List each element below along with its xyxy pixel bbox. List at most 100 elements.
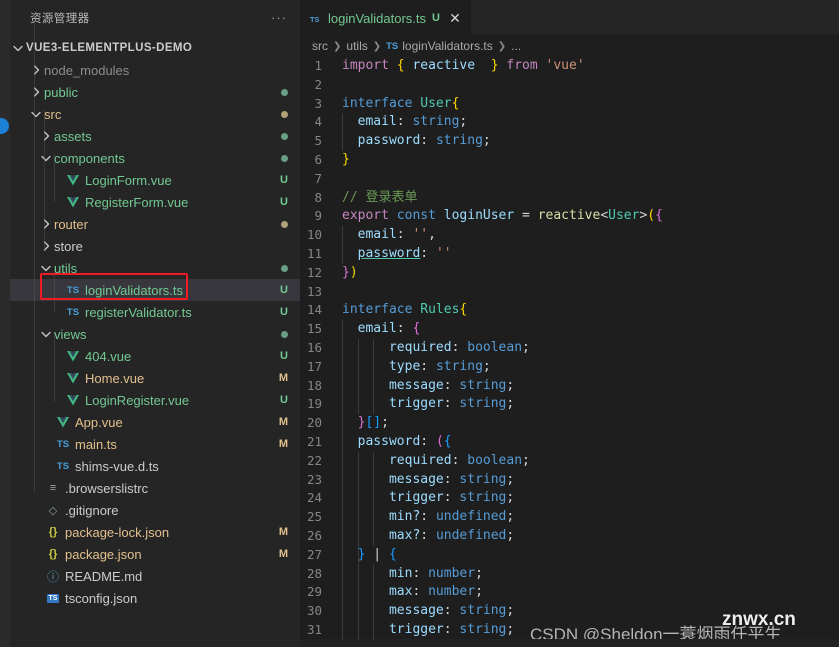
tree-item-label: .gitignore bbox=[65, 502, 119, 518]
line-number: 23 bbox=[306, 471, 322, 487]
breadcrumb-separator-icon: ❯ bbox=[333, 40, 342, 52]
tree-item-router[interactable]: router bbox=[10, 213, 300, 235]
code-token: min bbox=[388, 565, 413, 581]
code-token: import bbox=[342, 58, 389, 73]
tree-item-README-md[interactable]: ⓘ README.md bbox=[10, 565, 300, 587]
tree-item--browserslistrc[interactable]: ≡ .browserslistrc bbox=[10, 477, 300, 499]
code-token: email bbox=[357, 227, 397, 243]
svg-text:TS: TS bbox=[310, 14, 319, 23]
line-text: email: string; bbox=[342, 113, 468, 132]
tab-git-badge: U bbox=[432, 12, 440, 24]
code-token: 'vue' bbox=[545, 58, 585, 73]
tree-item-src[interactable]: src bbox=[10, 103, 300, 125]
code-token: { bbox=[451, 95, 460, 111]
tree-item--gitignore[interactable]: ◇ .gitignore bbox=[10, 499, 300, 521]
tab-loginValidators-ts[interactable]: TS loginValidators.ts U ✕ bbox=[300, 0, 471, 35]
line-number: 13 bbox=[306, 283, 322, 299]
config-icon: ≡ bbox=[49, 482, 57, 494]
bottom-edge-bar bbox=[300, 639, 839, 647]
code-token: interface bbox=[342, 95, 413, 111]
line-text: password: string; bbox=[342, 132, 491, 151]
tree-item-tsconfig-json[interactable]: TS tsconfig.json bbox=[10, 587, 300, 609]
tree-item-assets[interactable]: assets bbox=[10, 125, 300, 147]
git-status-dot-icon bbox=[281, 220, 288, 228]
tree-item-shims-vue-d-ts[interactable]: TS shims-vue.d.ts bbox=[10, 455, 300, 477]
line-number: 4 bbox=[314, 114, 322, 130]
code-token: ; bbox=[506, 509, 515, 525]
code-token: { bbox=[443, 433, 452, 449]
tree-item-main-ts[interactable]: TS main.ts M bbox=[10, 433, 300, 455]
more-actions-icon[interactable]: ··· bbox=[268, 7, 290, 29]
code-token: ; bbox=[482, 133, 491, 149]
line-number: 14 bbox=[306, 302, 322, 318]
line-number: 9 bbox=[314, 208, 322, 224]
code-token: number bbox=[428, 565, 476, 581]
tree-item-label: RegisterForm.vue bbox=[85, 194, 189, 210]
code-indent-guide bbox=[342, 320, 343, 640]
chevron-right-icon[interactable] bbox=[38, 239, 54, 253]
tree-item-label: shims-vue.d.ts bbox=[75, 458, 159, 474]
chevron-right-icon[interactable] bbox=[38, 217, 54, 231]
file-icon-wrap: ⓘ bbox=[44, 568, 62, 585]
chevron-right-icon[interactable] bbox=[38, 129, 54, 143]
notification-dot-icon[interactable] bbox=[0, 118, 9, 134]
tree-item-label: Home.vue bbox=[85, 370, 145, 386]
chevron-down-icon[interactable] bbox=[28, 107, 44, 121]
tree-item-package-lock-json[interactable]: {} package-lock.json M bbox=[10, 521, 300, 543]
line-text: required: boolean; bbox=[342, 452, 530, 471]
code-line: 21 password: ({ bbox=[300, 433, 839, 452]
code-indent-guide bbox=[357, 451, 359, 640]
tree-item-store[interactable]: store bbox=[10, 235, 300, 257]
breadcrumb-item[interactable]: utils bbox=[346, 39, 367, 53]
tree-item-label: store bbox=[54, 238, 83, 254]
code-line: 15 email: { bbox=[300, 320, 839, 339]
code-line: 14 interface Rules{ bbox=[300, 301, 839, 320]
chevron-right-icon[interactable] bbox=[28, 85, 44, 99]
code-token: User bbox=[420, 95, 452, 111]
tree-item-package-json[interactable]: {} package.json M bbox=[10, 543, 300, 565]
tree-item-public[interactable]: public bbox=[10, 81, 300, 103]
code-token: : bbox=[443, 396, 460, 412]
tree-item-node-modules[interactable]: node_modules bbox=[10, 59, 300, 81]
chevron-down-icon[interactable] bbox=[10, 41, 26, 55]
chevron-down-icon[interactable] bbox=[38, 327, 54, 341]
file-icon-wrap: TS bbox=[64, 307, 82, 318]
code-token: : bbox=[443, 377, 460, 393]
close-icon[interactable]: ✕ bbox=[445, 8, 465, 28]
tree-item-App-vue[interactable]: App.vue M bbox=[10, 411, 300, 433]
line-number: 12 bbox=[306, 264, 322, 280]
code-token: : bbox=[396, 114, 413, 130]
code-viewport[interactable]: 1 import { reactive } from 'vue' 2 3 interfa… bbox=[300, 57, 839, 647]
chevron-down-icon[interactable] bbox=[38, 151, 54, 165]
code-line: 30 message: string; bbox=[300, 602, 839, 621]
tab-label: loginValidators.ts bbox=[328, 10, 427, 26]
editor-tab-bar: TS loginValidators.ts U ✕ bbox=[300, 0, 839, 35]
line-text: import { reactive } from 'vue' bbox=[342, 57, 585, 76]
code-line: 28 min: number; bbox=[300, 565, 839, 584]
git-status-dot-icon bbox=[281, 110, 288, 118]
breadcrumb-item[interactable]: src bbox=[312, 39, 328, 53]
chevron-down-icon[interactable] bbox=[38, 261, 54, 275]
line-text: } | { bbox=[342, 546, 397, 565]
code-token: password bbox=[357, 433, 421, 449]
breadcrumb-item[interactable]: ... bbox=[511, 39, 521, 53]
file-icon-wrap bbox=[54, 416, 72, 428]
code-token: ; bbox=[522, 452, 530, 468]
code-token: message bbox=[388, 377, 444, 393]
breadcrumb-item[interactable]: TS loginValidators.ts bbox=[386, 39, 493, 53]
breadcrumb-separator-icon: ❯ bbox=[372, 40, 382, 52]
tree-indent-guide bbox=[34, 22, 35, 492]
tree-root-VUE3-ELEMENTPLUS-DEMO[interactable]: VUE3-ELEMENTPLUS-DEMO bbox=[10, 37, 300, 59]
line-text: type: string; bbox=[342, 358, 491, 377]
line-text: }[]; bbox=[342, 414, 389, 433]
file-icon-wrap bbox=[64, 174, 82, 186]
line-number: 20 bbox=[306, 415, 322, 431]
line-number: 11 bbox=[306, 245, 322, 261]
chevron-right-icon[interactable] bbox=[28, 63, 44, 77]
